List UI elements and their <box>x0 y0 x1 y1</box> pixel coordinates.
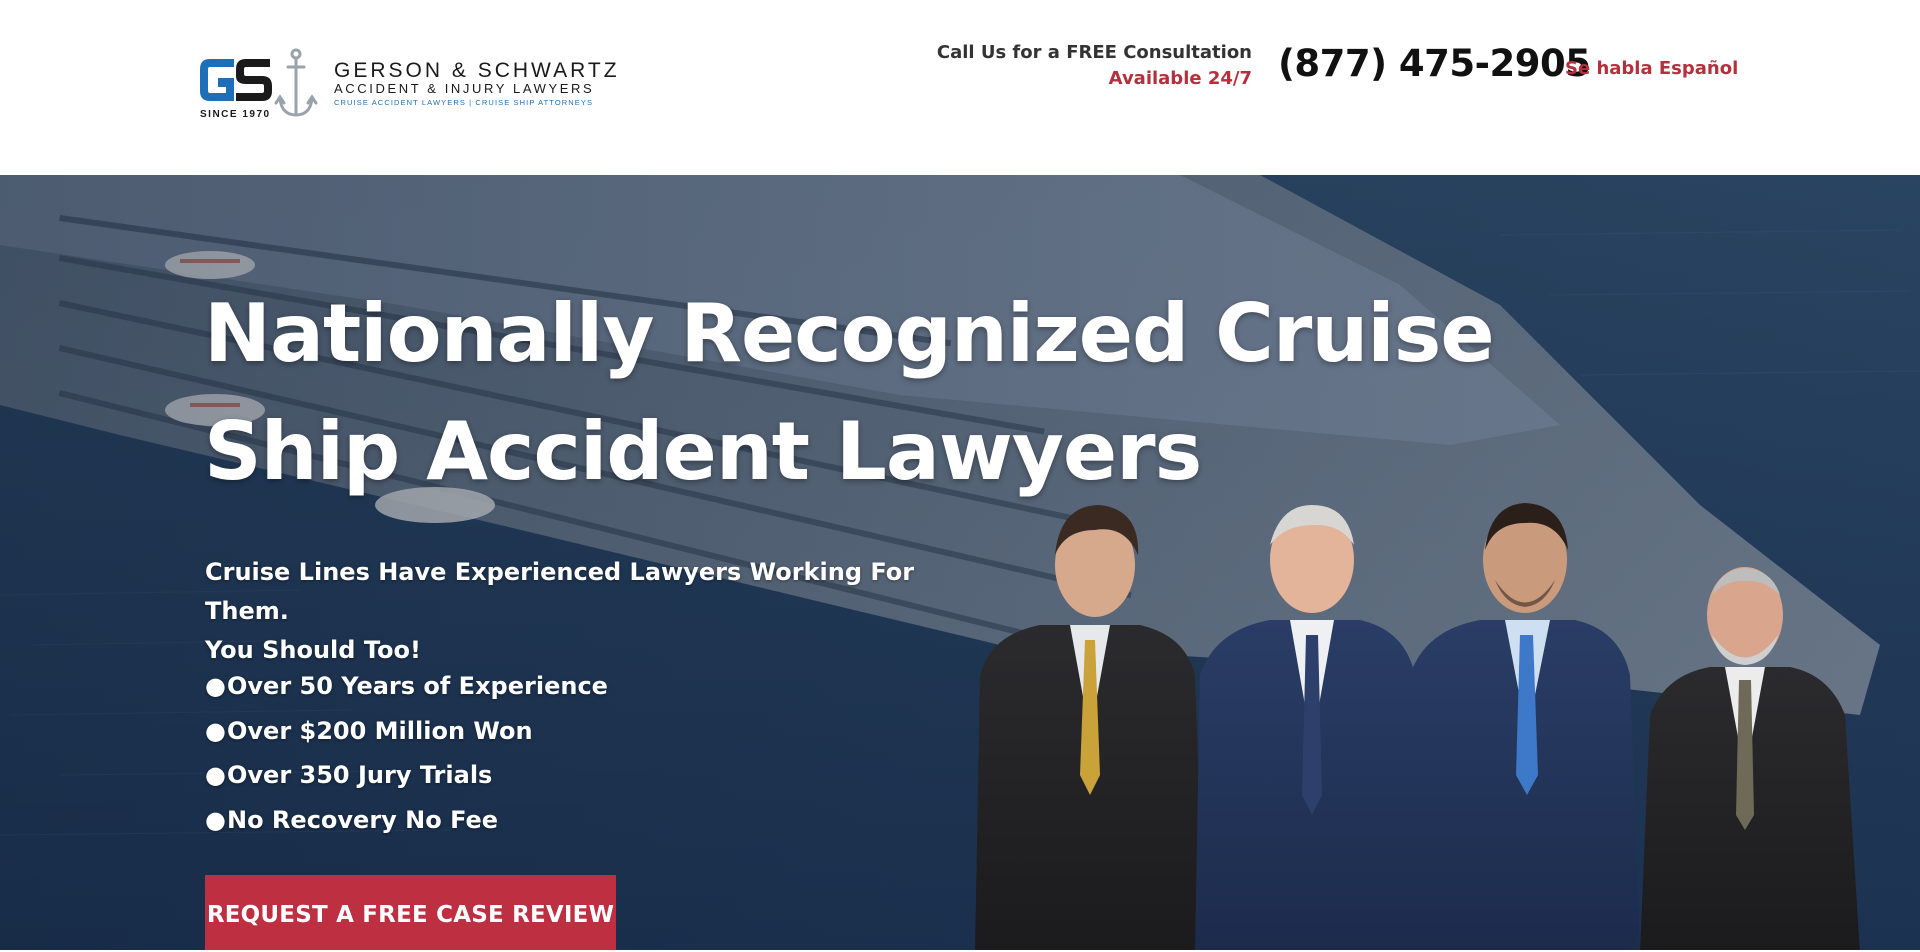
benefit-item: ●No Recovery No Fee <box>205 798 608 843</box>
bullet-dot-icon: ● <box>205 716 226 745</box>
spanish-link[interactable]: Se habla Español <box>1565 58 1738 79</box>
hero-subtitle-line-2: You Should Too! <box>205 636 421 664</box>
benefit-item: ●Over 50 Years of Experience <box>205 664 608 709</box>
consultation-text: Call Us for a FREE Consultation <box>936 42 1252 63</box>
hero-subtitle: Cruise Lines Have Experienced Lawyers Wo… <box>205 553 1005 670</box>
benefit-item: ●Over $200 Million Won <box>205 709 608 754</box>
page: SINCE 1970 GERSON & SCHWARTZ ACCIDENT & … <box>0 0 1920 952</box>
phone-link[interactable]: (877) 475-2905 <box>1278 42 1591 85</box>
hero-section: Nationally Recognized Cruise Ship Accide… <box>0 175 1920 952</box>
bullet-dot-icon: ● <box>205 805 226 834</box>
logo-firm-subtitle: ACCIDENT & INJURY LAWYERS <box>334 81 595 96</box>
site-header: SINCE 1970 GERSON & SCHWARTZ ACCIDENT & … <box>0 0 1920 175</box>
consultation-info: Call Us for a FREE Consultation Availabl… <box>937 40 1252 92</box>
logo-tagline: CRUISE ACCIDENT LAWYERS | CRUISE SHIP AT… <box>334 98 594 107</box>
hero-title-line-1: Nationally Recognized Cruise <box>204 287 1495 380</box>
benefit-text: No Recovery No Fee <box>227 805 499 834</box>
bullet-dot-icon: ● <box>205 672 226 700</box>
benefit-text: Over 350 Jury Trials <box>227 761 493 789</box>
availability-text: Available 24/7 <box>1108 68 1252 89</box>
logo-since-text: SINCE 1970 <box>200 109 271 120</box>
benefit-text: Over $200 Million Won <box>227 716 533 745</box>
hero-benefits-list: ●Over 50 Years of Experience ●Over $200 … <box>205 664 608 842</box>
hero-title-line-2: Ship Accident Lawyers <box>204 405 1202 498</box>
site-logo[interactable]: SINCE 1970 GERSON & SCHWARTZ ACCIDENT & … <box>196 47 636 123</box>
bullet-dot-icon: ● <box>205 761 226 789</box>
request-case-review-button[interactable]: REQUEST A FREE CASE REVIEW <box>205 875 616 952</box>
hero-subtitle-line-1: Cruise Lines Have Experienced Lawyers Wo… <box>205 558 915 625</box>
benefit-text: Over 50 Years of Experience <box>227 672 608 700</box>
logo-firm-name: GERSON & SCHWARTZ <box>334 59 620 82</box>
benefit-item: ●Over 350 Jury Trials <box>205 753 608 798</box>
hero-title: Nationally Recognized Cruise Ship Accide… <box>204 275 1504 511</box>
